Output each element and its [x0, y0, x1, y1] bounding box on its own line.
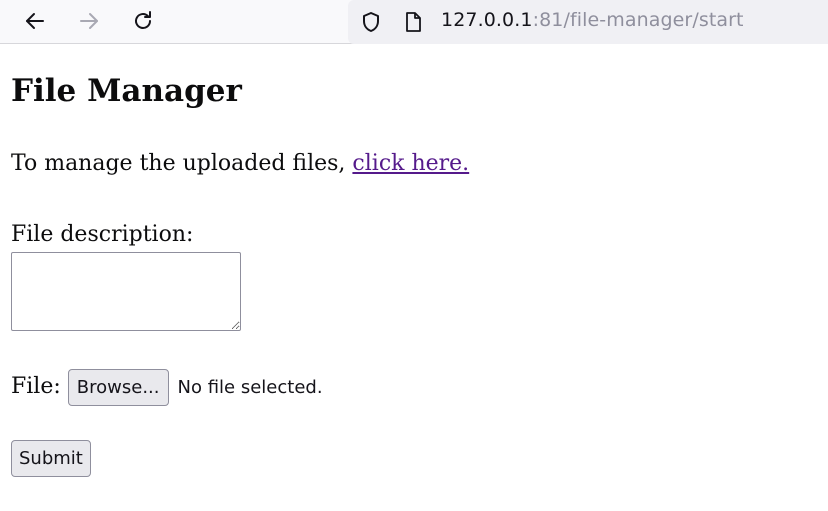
browser-toolbar: 127.0.0.1:81/file-manager/start [0, 0, 828, 44]
reload-icon [135, 11, 151, 29]
arrow-left-icon [26, 13, 44, 29]
description-label: File description: [11, 222, 194, 247]
page-title: File Manager [11, 73, 242, 109]
arrow-right-icon [80, 13, 98, 29]
page-icon[interactable] [402, 10, 424, 34]
reload-button[interactable] [125, 4, 161, 38]
intro-paragraph: To manage the uploaded files, click here… [11, 149, 469, 179]
description-textarea[interactable] [11, 252, 241, 331]
browse-button[interactable]: Browse... [67, 368, 169, 406]
url-path: :81/file-manager/start [532, 9, 744, 31]
address-bar[interactable]: 127.0.0.1:81/file-manager/start [348, 0, 828, 44]
file-status: No file selected. [177, 376, 323, 398]
manage-files-link[interactable]: click here. [352, 151, 469, 176]
submit-button[interactable]: Submit [11, 440, 91, 477]
file-input-row: File: Browse... No file selected. [11, 368, 323, 406]
forward-button[interactable] [71, 4, 107, 38]
shield-icon[interactable] [359, 10, 383, 34]
url-host: 127.0.0.1 [441, 9, 533, 31]
file-label: File: [11, 374, 61, 399]
intro-text: To manage the uploaded files, [11, 151, 353, 176]
url-text[interactable]: 127.0.0.1:81/file-manager/start [441, 9, 744, 31]
back-button[interactable] [17, 4, 53, 38]
